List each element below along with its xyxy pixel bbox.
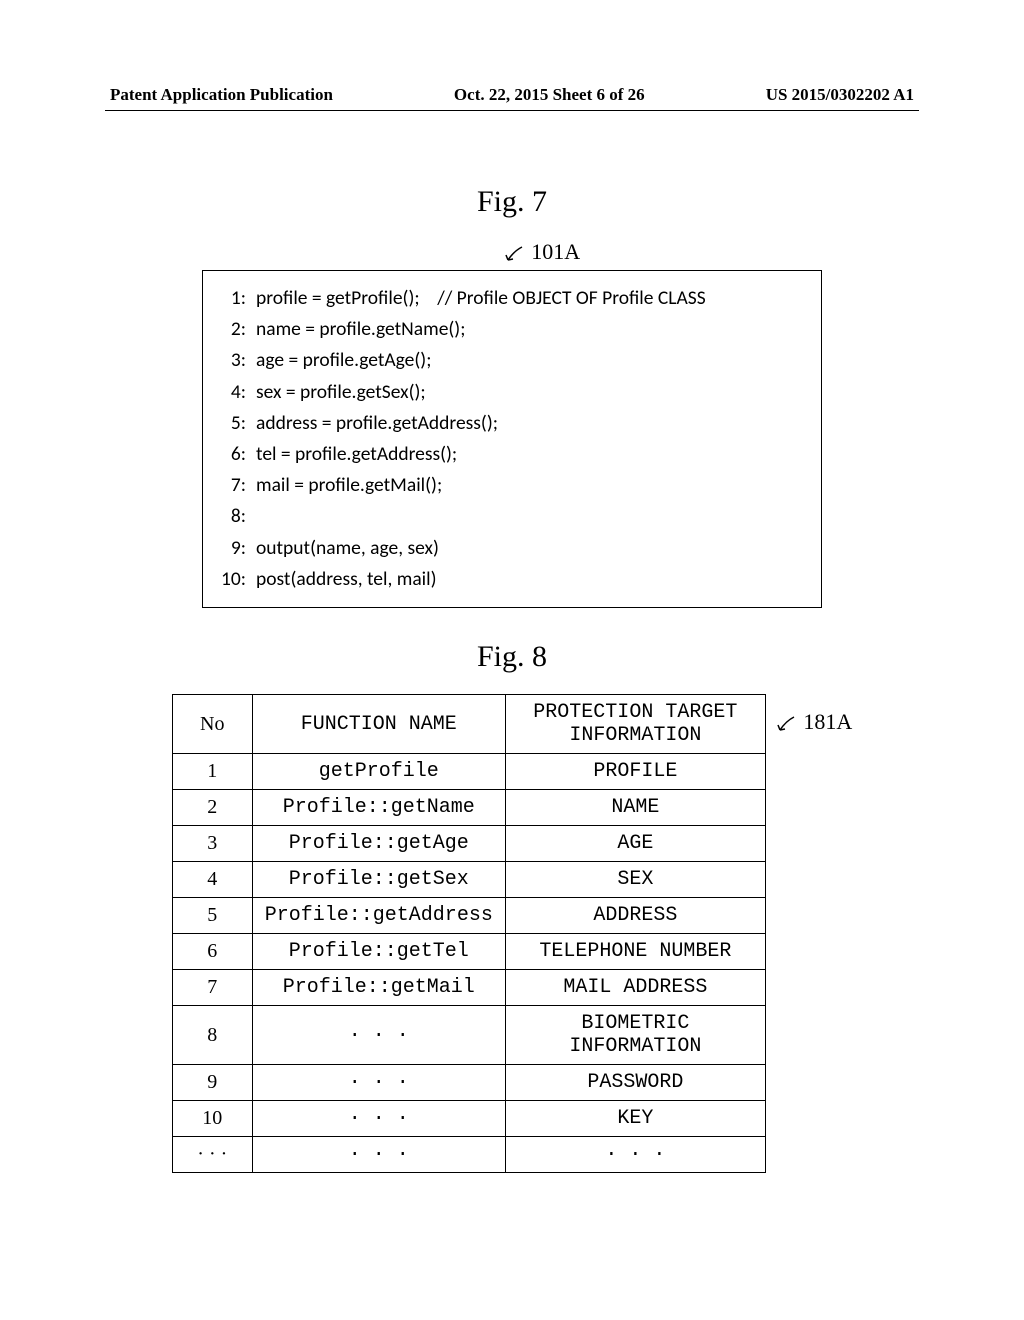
code-line: 6:tel = profile.getAddress(); [211, 439, 813, 470]
table-row: 3Profile::getAgeAGE [172, 826, 765, 862]
table-row: 7Profile::getMailMAIL ADDRESS [172, 970, 765, 1006]
code-line: 5:address = profile.getAddress(); [211, 408, 813, 439]
header-date-sheet: Oct. 22, 2015 Sheet 6 of 26 [454, 85, 645, 105]
code-listing: 1:profile = getProfile(); // Profile OBJ… [202, 270, 822, 608]
figure-8-ref-text: 181A [803, 709, 852, 734]
page-header: Patent Application Publication Oct. 22, … [110, 85, 914, 105]
code-line: 7:mail = profile.getMail(); [211, 470, 813, 501]
code-line: 9:output(name, age, sex) [211, 533, 813, 564]
figure-8-title: Fig. 8 [0, 640, 1024, 674]
figure-7: Fig. 7 101A 1:profile = getProfile(); //… [0, 125, 1024, 608]
figure-7-title: Fig. 7 [0, 185, 1024, 219]
header-patent-number: US 2015/0302202 A1 [766, 85, 914, 105]
figure-7-ref-text: 101A [531, 239, 580, 264]
table-row: 1getProfilePROFILE [172, 754, 765, 790]
table-row: 5Profile::getAddressADDRESS [172, 898, 765, 934]
code-line: 4:sex = profile.getSex(); [211, 377, 813, 408]
header-divider [105, 110, 919, 111]
table-header-no: No [172, 695, 252, 754]
table-row: 4Profile::getSexSEX [172, 862, 765, 898]
table-header-target: PROTECTION TARGET INFORMATION [505, 695, 765, 754]
table-row: 2Profile::getNameNAME [172, 790, 765, 826]
figure-8: Fig. 8 No FUNCTION NAME PROTECTION TARGE… [0, 580, 1024, 1173]
table-row: 6Profile::getTelTELEPHONE NUMBER [172, 934, 765, 970]
figure-8-ref-label: 181A [776, 709, 852, 735]
code-line: 3:age = profile.getAge(); [211, 345, 813, 376]
code-line: 1:profile = getProfile(); // Profile OBJ… [211, 283, 813, 314]
code-line: 8: [211, 501, 813, 532]
table-row: 8· · ·BIOMETRIC INFORMATION [172, 1006, 765, 1065]
arrow-icon [504, 239, 532, 264]
protection-table: No FUNCTION NAME PROTECTION TARGET INFOR… [172, 694, 766, 1173]
table-row: 9· · ·PASSWORD [172, 1065, 765, 1101]
header-publication: Patent Application Publication [110, 85, 333, 105]
arrow-icon [776, 709, 804, 734]
table-row: 10· · ·KEY [172, 1101, 765, 1137]
table-row: · · ·· · ·· · · [172, 1137, 765, 1173]
table-header-function: FUNCTION NAME [252, 695, 505, 754]
code-line: 2:name = profile.getName(); [211, 314, 813, 345]
figure-7-ref-label: 101A [30, 239, 1024, 265]
